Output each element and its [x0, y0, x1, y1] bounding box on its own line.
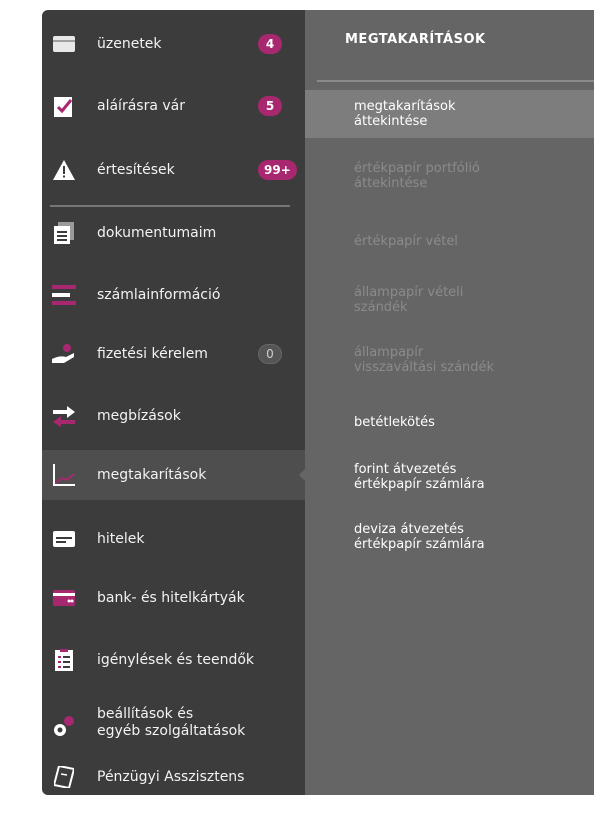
- sidebar-item-label: igénylések és teendők: [97, 651, 255, 668]
- settings-gear-icon: [52, 715, 76, 739]
- unread-count-badge: 4: [258, 34, 282, 54]
- submenu-item-label: állampapír vételi szándék: [354, 285, 464, 315]
- sidebar: üzenetek 4 aláírásra vár 5 értesítések 9…: [42, 10, 305, 795]
- sidebar-item-label: beállítások és egyéb szolgáltatások: [97, 706, 246, 739]
- submenu-item-label: állampapír visszaváltási szándék: [354, 345, 495, 375]
- documents-icon: [52, 221, 76, 245]
- sidebar-item-label: értesítések: [97, 161, 175, 178]
- sidebar-item-label: hitelek: [97, 530, 145, 547]
- request-count-badge: 0: [258, 344, 282, 364]
- sidebar-item-orders[interactable]: megbízások: [42, 391, 305, 441]
- sidebar-item-requests-tasks[interactable]: igénylések és teendők: [42, 635, 305, 685]
- sidebar-item-payment-request[interactable]: fizetési kérelem 0: [42, 329, 305, 379]
- submenu-divider: [317, 80, 594, 82]
- checklist-icon: [52, 648, 76, 672]
- submenu-item-savings-overview[interactable]: megtakarítások áttekintése: [305, 90, 594, 138]
- transfer-arrows-icon: [52, 404, 76, 428]
- submenu-item-label: értékpapír vétel: [354, 233, 458, 249]
- sidebar-item-financial-assistant[interactable]: Pénzügyi Asszisztens: [42, 752, 305, 802]
- sidebar-item-messages[interactable]: üzenetek 4: [42, 19, 305, 69]
- pending-count-badge: 5: [258, 96, 282, 116]
- submenu-item-label: értékpapír portfólió áttekintése: [354, 161, 480, 191]
- sidebar-item-label: számlainformáció: [97, 286, 221, 303]
- submenu-item-label: forint átvezetés értékpapír számlára: [354, 462, 485, 492]
- submenu-title: MEGTAKARÍTÁSOK: [345, 32, 486, 47]
- envelope-icon: [52, 32, 76, 56]
- sidebar-item-documents[interactable]: dokumentumaim: [42, 208, 305, 258]
- sidebar-item-label: dokumentumaim: [97, 224, 217, 241]
- sidebar-divider: [50, 205, 290, 207]
- submenu-item-deposit[interactable]: betétlekötés: [305, 407, 594, 437]
- signature-check-icon: [52, 94, 76, 118]
- payment-request-icon: [52, 342, 76, 366]
- submenu-item-forint-transfer[interactable]: forint átvezetés értékpapír számlára: [305, 457, 594, 497]
- submenu-item-fx-transfer[interactable]: deviza átvezetés értékpapír számlára: [305, 517, 594, 557]
- submenu-item-label: megtakarítások áttekintése: [354, 99, 456, 129]
- app-shell: üzenetek 4 aláírásra vár 5 értesítések 9…: [42, 10, 594, 795]
- savings-chart-icon: [52, 463, 76, 487]
- sidebar-item-to-sign[interactable]: aláírásra vár 5: [42, 81, 305, 131]
- sidebar-item-savings[interactable]: megtakarítások: [42, 450, 305, 500]
- notification-count-badge: 99+: [258, 160, 297, 180]
- savings-submenu-panel: MEGTAKARÍTÁSOK megtakarítások áttekintés…: [305, 10, 594, 795]
- sidebar-item-label: üzenetek: [97, 35, 162, 52]
- submenu-item-label: deviza átvezetés értékpapír számlára: [354, 522, 485, 552]
- submenu-item-gov-bond-redemption: állampapír visszaváltási szándék: [305, 340, 594, 380]
- submenu-item-gov-bond-purchase: állampapír vételi szándék: [305, 280, 594, 320]
- sidebar-item-label: megtakarítások: [97, 466, 207, 483]
- sidebar-item-label: bank- és hitelkártyák: [97, 589, 245, 606]
- assistant-book-icon: [52, 765, 76, 789]
- card-icon: [52, 586, 76, 610]
- sidebar-item-notifications[interactable]: értesítések 99+: [42, 145, 305, 195]
- sidebar-item-loans[interactable]: hitelek: [42, 514, 305, 564]
- sidebar-item-label: Pénzügyi Asszisztens: [97, 768, 245, 785]
- submenu-item-securities-purchase: értékpapír vétel: [305, 226, 594, 256]
- account-info-icon: [52, 283, 76, 307]
- warning-icon: [52, 158, 76, 182]
- sidebar-item-label: megbízások: [97, 407, 181, 424]
- sidebar-item-settings[interactable]: beállítások és egyéb szolgáltatások: [42, 693, 305, 753]
- submenu-item-securities-portfolio: értékpapír portfólió áttekintése: [305, 156, 594, 196]
- sidebar-item-label: aláírásra vár: [97, 97, 185, 114]
- submenu-item-label: betétlekötés: [354, 414, 435, 430]
- sidebar-item-account-info[interactable]: számlainformáció: [42, 270, 305, 320]
- sidebar-item-cards[interactable]: bank- és hitelkártyák: [42, 573, 305, 623]
- sidebar-item-label: fizetési kérelem: [97, 345, 208, 362]
- loan-icon: [52, 527, 76, 551]
